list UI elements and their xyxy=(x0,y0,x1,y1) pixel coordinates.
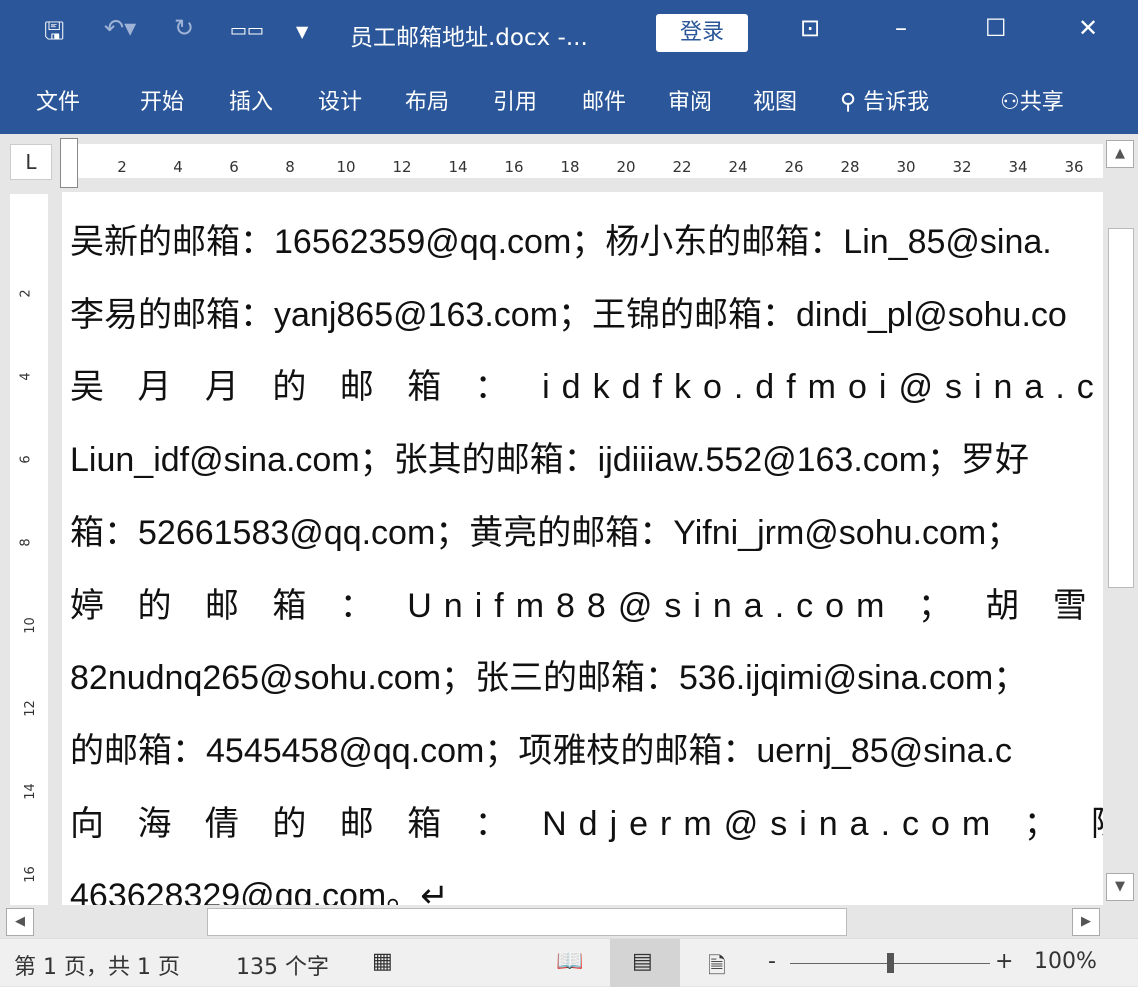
search-icon: ⚲ xyxy=(840,90,856,115)
ruler-tick: 4 xyxy=(173,158,183,176)
login-button[interactable]: 登录 xyxy=(656,14,748,52)
tab-file[interactable]: 文件 xyxy=(36,84,80,116)
ruler-tick: 32 xyxy=(952,158,971,176)
vertical-ruler-tick: 14 xyxy=(23,783,38,800)
touch-mode-icon[interactable]: ▭▭ xyxy=(230,20,264,41)
tab-review[interactable]: 审阅 xyxy=(668,84,712,116)
tab-insert[interactable]: 插入 xyxy=(229,84,273,116)
ruler-tick: 36 xyxy=(1064,158,1083,176)
zoom-in-button[interactable]: + xyxy=(995,949,1013,974)
zoom-out-button[interactable]: - xyxy=(768,949,776,974)
scroll-down-button[interactable]: ▼ xyxy=(1106,873,1134,901)
zoom-slider-thumb[interactable] xyxy=(887,953,894,973)
vertical-ruler-tick: 6 xyxy=(19,455,34,463)
document-line: 箱：52661583@qq.com；黄亮的邮箱：Yifni_jrm@sohu.c… xyxy=(70,505,1020,554)
ribbon-tabs: 文件 开始 插入 设计 布局 引用 邮件 审阅 视图 ⚲ 告诉我 ⚇共享 xyxy=(0,66,1138,134)
web-layout-icon[interactable]: 🗎 xyxy=(708,949,726,987)
ruler-tick: 16 xyxy=(504,158,523,176)
scroll-right-button[interactable]: ▶ xyxy=(1072,908,1100,936)
redo-icon[interactable]: ↻ xyxy=(174,14,194,42)
horizontal-ruler[interactable]: 24681012141618202224262830323436 xyxy=(60,138,1103,186)
tab-mailings[interactable]: 邮件 xyxy=(582,84,626,116)
title-bar: 🖫 ↶▾ ↻ ▭▭ ▼ 员工邮箱地址.docx -... 登录 ⊡ – ☐ ✕ xyxy=(0,0,1138,66)
ruler-tick: 26 xyxy=(784,158,803,176)
tab-view[interactable]: 视图 xyxy=(753,84,797,116)
zoom-level[interactable]: 100% xyxy=(1034,949,1097,974)
share-label: 共享 xyxy=(1020,90,1064,115)
horizontal-scrollbar[interactable]: ◀ ▶ xyxy=(0,905,1103,938)
minimize-button[interactable]: – xyxy=(895,14,907,42)
document-line: 463628329@qq.com。↵ xyxy=(70,868,449,905)
vertical-ruler-tick: 8 xyxy=(19,538,34,546)
customize-qat-icon[interactable]: ▼ xyxy=(296,22,308,41)
vertical-scroll-thumb[interactable] xyxy=(1108,228,1134,588)
vertical-ruler-tick: 12 xyxy=(23,700,38,717)
print-layout-icon: ▤ xyxy=(632,949,653,974)
document-line: Liun_idf@sina.com；张其的邮箱：ijdiiiaw.552@163… xyxy=(70,432,1029,481)
ruler-tick: 22 xyxy=(672,158,691,176)
tell-me-button[interactable]: ⚲ 告诉我 xyxy=(840,84,929,116)
person-add-icon: ⚇ xyxy=(1000,90,1020,115)
status-bar: 第 1 页，共 1 页 135 个字 ▦ 📖 ▤ 🗎 - + 100% xyxy=(0,938,1138,986)
share-button[interactable]: ⚇共享 xyxy=(1000,84,1064,116)
document-line: 李易的邮箱：yanj865@163.com；王锦的邮箱：dindi_pl@soh… xyxy=(70,287,1067,336)
read-mode-icon[interactable]: 📖 xyxy=(556,949,583,974)
vertical-ruler-tick: 16 xyxy=(23,866,38,883)
tab-home[interactable]: 开始 xyxy=(140,84,184,116)
ribbon-display-icon[interactable]: ⊡ xyxy=(800,14,820,42)
document-line: 82nudnq265@sohu.com；张三的邮箱：536.ijqimi@sin… xyxy=(70,650,1027,699)
ruler-tick: 34 xyxy=(1008,158,1027,176)
document-line: 婷 的 邮 箱 ： Unifm88@sina.com ； 胡 雪 儿 的 邮 箱 xyxy=(70,578,1103,627)
horizontal-scroll-thumb[interactable] xyxy=(207,908,847,936)
tab-references[interactable]: 引用 xyxy=(493,84,537,116)
scroll-left-button[interactable]: ◀ xyxy=(6,908,34,936)
ruler-tick: 18 xyxy=(560,158,579,176)
document-page[interactable]: 吴新的邮箱：16562359@qq.com；杨小东的邮箱：Lin_85@sina… xyxy=(62,192,1103,905)
tell-me-label: 告诉我 xyxy=(863,90,929,115)
vertical-ruler-tick: 10 xyxy=(23,617,38,634)
ruler-tick: 30 xyxy=(896,158,915,176)
vertical-ruler-tick: 2 xyxy=(19,289,34,297)
word-count[interactable]: 135 个字 xyxy=(236,949,329,981)
ruler-tick: 28 xyxy=(840,158,859,176)
scroll-up-button[interactable]: ▲ xyxy=(1106,140,1134,168)
macro-record-icon[interactable]: ▦ xyxy=(372,949,393,974)
document-line: 向 海 倩 的 邮 箱 ： Ndjerm@sina.com ； 陈 丹 的 邮 … xyxy=(70,796,1103,845)
close-button[interactable]: ✕ xyxy=(1078,14,1098,42)
tab-selector[interactable]: L xyxy=(10,144,52,180)
print-layout-button[interactable]: ▤ xyxy=(610,939,680,987)
document-title: 员工邮箱地址.docx -... xyxy=(350,18,588,52)
vertical-scrollbar[interactable]: ▲ ▼ xyxy=(1103,138,1138,905)
vertical-ruler-tick: 4 xyxy=(19,372,34,380)
undo-icon[interactable]: ↶▾ xyxy=(104,14,136,42)
document-line: 吴新的邮箱：16562359@qq.com；杨小东的邮箱：Lin_85@sina… xyxy=(70,214,1052,263)
ruler-tick: 24 xyxy=(728,158,747,176)
zoom-slider[interactable] xyxy=(790,963,990,964)
ruler-tick: 10 xyxy=(336,158,355,176)
ruler-tick: 12 xyxy=(392,158,411,176)
tab-design[interactable]: 设计 xyxy=(318,84,362,116)
vertical-ruler[interactable]: 2 4 6 8 10 12 14 16 xyxy=(10,194,48,906)
save-icon[interactable]: 🖫 xyxy=(44,14,64,55)
document-line: 的邮箱：4545458@qq.com；项雅枝的邮箱：uernj_85@sina.… xyxy=(70,723,1012,772)
ruler-tick: 6 xyxy=(229,158,239,176)
ruler-tick: 2 xyxy=(117,158,127,176)
maximize-button[interactable]: ☐ xyxy=(985,14,1007,42)
ruler-tick: 20 xyxy=(616,158,635,176)
page-count[interactable]: 第 1 页，共 1 页 xyxy=(14,949,180,981)
ruler-tick: 14 xyxy=(448,158,467,176)
document-line: 吴 月 月 的 邮 箱 ： idkdfko.dfmoi@sina.com ； 刘… xyxy=(70,359,1103,408)
indent-marker[interactable] xyxy=(60,138,78,188)
ruler-tick: 8 xyxy=(285,158,295,176)
tab-layout[interactable]: 布局 xyxy=(405,84,449,116)
